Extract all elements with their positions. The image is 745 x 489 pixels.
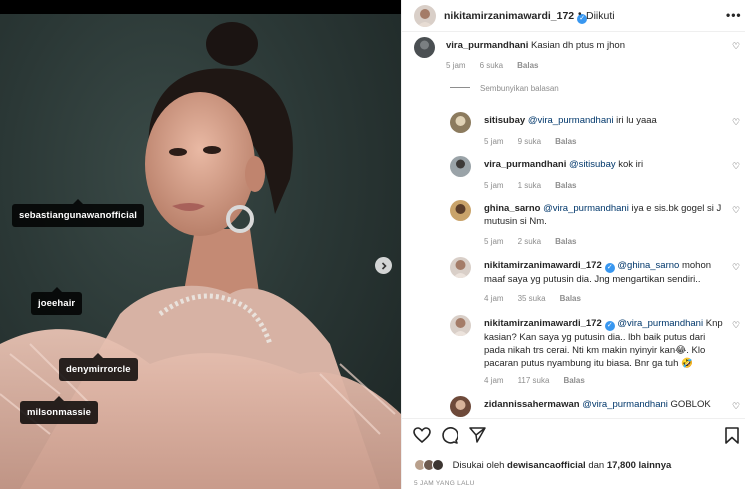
verified-badge-icon: ✓ — [604, 321, 615, 331]
avatar[interactable] — [450, 257, 471, 278]
reply-button[interactable]: Balas — [560, 294, 581, 303]
comment-likes[interactable]: 117 suka — [518, 376, 550, 385]
comment-username[interactable]: ghina_sarno — [484, 203, 541, 214]
comment-text: GOBLOK — [670, 399, 711, 410]
chevron-right-icon — [381, 261, 387, 270]
comment-username[interactable]: zidannissahermawan — [484, 399, 580, 410]
comment-time: 5 jam — [446, 61, 466, 70]
reply-button[interactable]: Balas — [555, 181, 576, 190]
heart-icon[interactable]: ♡ — [732, 117, 740, 128]
avatar — [432, 459, 444, 471]
comment-username[interactable]: nikitamirzanimawardi_172 — [484, 318, 602, 329]
post-header: nikitamirzanimawardi_172 ✓ • Diikuti ••• — [402, 0, 745, 32]
comment-likes[interactable]: 2 suka — [518, 237, 542, 246]
hide-replies-button[interactable]: Sembunyikan balasan — [450, 84, 559, 93]
reply-button[interactable]: Balas — [555, 137, 576, 146]
likes-count[interactable]: 17,800 lainnya — [607, 460, 671, 471]
comment-username[interactable]: vira_purmandhani — [446, 40, 528, 51]
next-photo-button[interactable] — [375, 257, 392, 274]
photo-tag[interactable]: joeehair — [31, 287, 83, 315]
comment-mention[interactable]: @vira_purmandhani — [543, 203, 629, 214]
avatar[interactable] — [414, 37, 435, 58]
post-username[interactable]: nikitamirzanimawardi_172 ✓ — [444, 10, 588, 24]
photo-tag[interactable]: sebastiangunawanofficial — [12, 199, 145, 227]
comments-list[interactable]: vira_purmandhani Kasian dh ptus m jhon 5… — [402, 33, 745, 418]
comment-likes[interactable]: 35 suka — [518, 294, 546, 303]
post-actions-bar: Disukai oleh dewisancaofficial dan 17,80… — [402, 418, 745, 489]
comment-username[interactable]: vira_purmandhani — [484, 159, 566, 170]
avatar[interactable] — [450, 396, 471, 417]
comment-time: 5 jam — [484, 237, 504, 246]
photo-top-bar — [0, 0, 401, 14]
comment-username[interactable]: sitisubay — [484, 115, 525, 126]
comment-mention[interactable]: @sitisubay — [569, 159, 616, 170]
liker-avatars — [414, 459, 447, 471]
comment-time: 4 jam — [484, 376, 504, 385]
post-photo[interactable]: sebastiangunawanofficial joeehair denymi… — [0, 0, 401, 489]
avatar[interactable] — [450, 315, 471, 336]
likes-prefix: Disukai oleh — [452, 460, 505, 471]
heart-icon[interactable]: ♡ — [732, 320, 740, 331]
comment-mention[interactable]: @ghina_sarno — [617, 260, 679, 271]
avatar[interactable] — [414, 5, 436, 27]
heart-icon[interactable]: ♡ — [732, 205, 740, 216]
reply-button[interactable]: Balas — [555, 237, 576, 246]
post-details-panel: nikitamirzanimawardi_172 ✓ • Diikuti ••• … — [401, 0, 745, 489]
comment-username[interactable]: nikitamirzanimawardi_172 — [484, 260, 602, 271]
comment-likes[interactable]: 6 suka — [480, 61, 504, 70]
divider — [450, 87, 470, 88]
comment-likes[interactable]: 9 suka — [518, 137, 542, 146]
heart-icon[interactable]: ♡ — [732, 262, 740, 273]
bookmark-icon[interactable] — [725, 427, 739, 444]
comment-time: 5 jam — [484, 137, 504, 146]
more-icon[interactable]: ••• — [726, 8, 742, 22]
likes-summary[interactable]: Disukai oleh dewisancaofficial dan 17,80… — [414, 459, 671, 471]
likes-middle: dan — [588, 460, 605, 471]
comment-likes[interactable]: 1 suka — [518, 181, 542, 190]
share-icon[interactable] — [469, 427, 486, 443]
comment-mention[interactable]: @vira_purmandhani — [582, 399, 668, 410]
following-button[interactable]: Diikuti — [586, 10, 615, 22]
comment-text: iri lu yaaa — [616, 115, 657, 126]
heart-icon[interactable]: ♡ — [732, 401, 740, 412]
comment-text: kok iri — [618, 159, 644, 170]
reply-button[interactable]: Balas — [517, 61, 538, 70]
heart-icon[interactable] — [413, 427, 431, 443]
liker-username[interactable]: dewisancaofficial — [507, 460, 586, 471]
comment-time: 5 jam — [484, 181, 504, 190]
heart-icon[interactable]: ♡ — [732, 161, 740, 172]
avatar[interactable] — [450, 156, 471, 177]
separator-dot: • — [578, 9, 582, 20]
avatar[interactable] — [450, 200, 471, 221]
instagram-post-window: sebastiangunawanofficial joeehair denymi… — [0, 0, 745, 489]
photo-tag[interactable]: milsonmassie — [20, 396, 99, 424]
comment-time: 4 jam — [484, 294, 504, 303]
comment-text: Kasian dh ptus m jhon — [531, 40, 626, 51]
post-timestamp: 5 JAM YANG LALU — [414, 480, 475, 487]
comment-icon[interactable] — [441, 427, 458, 444]
comment-mention[interactable]: @vira_purmandhani — [617, 318, 703, 329]
comment-mention[interactable]: @vira_purmandhani — [528, 115, 614, 126]
verified-badge-icon: ✓ — [604, 263, 615, 273]
reply-button[interactable]: Balas — [563, 376, 584, 385]
photo-tag[interactable]: denymirrorcle — [59, 353, 138, 381]
avatar[interactable] — [450, 112, 471, 133]
heart-icon[interactable]: ♡ — [732, 41, 740, 52]
